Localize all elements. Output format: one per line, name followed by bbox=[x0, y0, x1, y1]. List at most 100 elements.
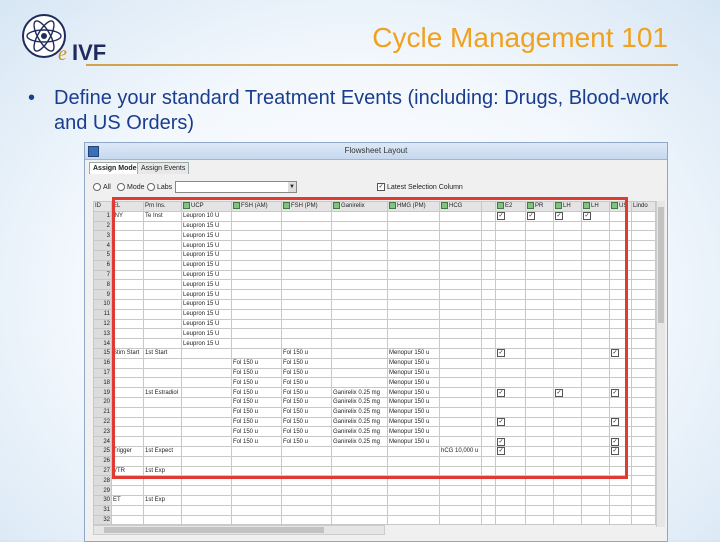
grid-cell[interactable] bbox=[143, 357, 182, 369]
column-checkbox[interactable] bbox=[389, 202, 396, 210]
grid-cell[interactable] bbox=[481, 514, 496, 526]
grid-cell[interactable] bbox=[439, 465, 482, 477]
grid-cell[interactable] bbox=[525, 465, 554, 477]
grid-cell[interactable] bbox=[439, 328, 482, 340]
grid-cell[interactable] bbox=[525, 455, 554, 467]
grid-cell[interactable] bbox=[581, 455, 610, 467]
grid-cell[interactable] bbox=[439, 240, 482, 251]
grid-cell[interactable] bbox=[631, 396, 656, 408]
grid-cell[interactable] bbox=[525, 416, 554, 428]
labs-dropdown[interactable]: ▼ bbox=[175, 181, 297, 193]
grid-cell[interactable]: Ganirelix 0.25 mg bbox=[331, 387, 388, 398]
grid-cell[interactable] bbox=[143, 377, 182, 389]
grid-cell[interactable] bbox=[281, 465, 332, 477]
grid-cell[interactable] bbox=[495, 475, 526, 487]
grid-cell[interactable] bbox=[387, 338, 440, 349]
grid-cell[interactable]: Ganirelix 0.25 mg bbox=[331, 396, 388, 408]
column-header[interactable]: FSH (AM) bbox=[231, 201, 282, 212]
grid-cell[interactable] bbox=[553, 436, 582, 447]
grid-cell[interactable] bbox=[631, 347, 656, 359]
grid-cell[interactable] bbox=[631, 504, 656, 516]
grid-cell[interactable]: Fol 150 u bbox=[281, 426, 332, 438]
grid-cell[interactable] bbox=[143, 455, 182, 467]
table-row[interactable]: 26 bbox=[93, 455, 656, 467]
grid-cell[interactable] bbox=[631, 367, 656, 379]
grid-cell[interactable]: Menopur 150 u bbox=[387, 406, 440, 418]
grid-cell[interactable] bbox=[439, 338, 482, 349]
grid-cell[interactable] bbox=[609, 298, 632, 310]
grid-cell[interactable] bbox=[387, 220, 440, 232]
grid-cell[interactable] bbox=[553, 259, 582, 271]
grid-cell[interactable] bbox=[609, 279, 632, 291]
column-header[interactable]: Prn Ins. bbox=[143, 201, 182, 212]
grid-cell[interactable] bbox=[481, 387, 496, 398]
grid-cell[interactable] bbox=[111, 338, 144, 349]
column-checkbox[interactable] bbox=[611, 202, 618, 210]
grid-cell[interactable] bbox=[581, 465, 610, 477]
grid-cell[interactable] bbox=[143, 220, 182, 232]
grid-cell[interactable] bbox=[553, 240, 582, 251]
grid-cell[interactable] bbox=[439, 396, 482, 408]
grid-cell[interactable] bbox=[181, 514, 232, 526]
column-checkbox[interactable] bbox=[283, 202, 290, 210]
grid-cell[interactable]: VTR bbox=[111, 465, 144, 477]
grid-cell[interactable] bbox=[481, 249, 496, 261]
grid-cell[interactable] bbox=[387, 249, 440, 261]
grid-cell[interactable] bbox=[481, 259, 496, 271]
grid-cell[interactable] bbox=[581, 387, 610, 398]
grid-cell[interactable] bbox=[111, 308, 144, 320]
grid-cell[interactable] bbox=[481, 494, 496, 506]
grid-cell[interactable] bbox=[581, 485, 610, 496]
grid-cell[interactable] bbox=[553, 308, 582, 320]
grid-cell[interactable] bbox=[581, 279, 610, 291]
grid-cell[interactable] bbox=[439, 230, 482, 242]
cell-checkbox[interactable]: ✓ bbox=[497, 437, 505, 446]
grid-cell[interactable] bbox=[231, 289, 282, 300]
grid-cell[interactable] bbox=[631, 210, 656, 222]
grid-cell[interactable] bbox=[525, 259, 554, 271]
grid-cell[interactable]: Menopur 150 u bbox=[387, 347, 440, 359]
grid-cell[interactable] bbox=[525, 377, 554, 389]
grid-cell[interactable]: 1st Estradiol bbox=[143, 387, 182, 398]
grid-cell[interactable] bbox=[439, 289, 482, 300]
grid-cell[interactable] bbox=[439, 377, 482, 389]
grid-cell[interactable] bbox=[111, 328, 144, 340]
grid-cell[interactable]: INY bbox=[111, 210, 144, 222]
grid-cell[interactable] bbox=[525, 328, 554, 340]
grid-cell[interactable]: ✓ bbox=[609, 387, 632, 398]
grid-cell[interactable] bbox=[581, 318, 610, 330]
grid-cell[interactable] bbox=[581, 504, 610, 516]
grid-cell[interactable] bbox=[439, 436, 482, 447]
grid-cell[interactable] bbox=[481, 406, 496, 418]
grid-cell[interactable] bbox=[143, 338, 182, 349]
grid-cell[interactable] bbox=[631, 387, 656, 398]
grid-cell[interactable] bbox=[631, 240, 656, 251]
grid-cell[interactable] bbox=[111, 367, 144, 379]
grid-cell[interactable] bbox=[581, 445, 610, 457]
grid-cell[interactable] bbox=[331, 318, 388, 330]
grid-cell[interactable] bbox=[553, 406, 582, 418]
cell-checkbox[interactable]: ✓ bbox=[611, 437, 619, 446]
grid-cell[interactable] bbox=[143, 475, 182, 487]
grid-cell[interactable] bbox=[181, 455, 232, 467]
grid-cell[interactable] bbox=[525, 308, 554, 320]
grid-cell[interactable]: 1st Exp bbox=[143, 494, 182, 506]
grid-cell[interactable] bbox=[631, 259, 656, 271]
table-row[interactable]: 22 Fol 150 u Fol 150 u Ganirelix 0.25 mg Men… bbox=[93, 416, 656, 428]
grid-cell[interactable] bbox=[281, 269, 332, 281]
grid-cell[interactable] bbox=[387, 289, 440, 300]
grid-cell[interactable] bbox=[609, 396, 632, 408]
grid-cell[interactable] bbox=[631, 416, 656, 428]
grid-cell[interactable] bbox=[181, 445, 232, 457]
table-row[interactable]: 4 Leupron 15 U bbox=[93, 240, 656, 251]
grid-cell[interactable]: Ganirelix 0.25 mg bbox=[331, 426, 388, 438]
grid-cell[interactable] bbox=[481, 318, 496, 330]
grid-cell[interactable] bbox=[387, 494, 440, 506]
grid-cell[interactable] bbox=[439, 485, 482, 496]
grid-cell[interactable] bbox=[331, 279, 388, 291]
grid-cell[interactable] bbox=[387, 445, 440, 457]
grid-cell[interactable] bbox=[553, 445, 582, 457]
grid-cell[interactable] bbox=[525, 357, 554, 369]
cell-checkbox[interactable]: ✓ bbox=[611, 447, 619, 456]
grid-cell[interactable] bbox=[111, 475, 144, 487]
